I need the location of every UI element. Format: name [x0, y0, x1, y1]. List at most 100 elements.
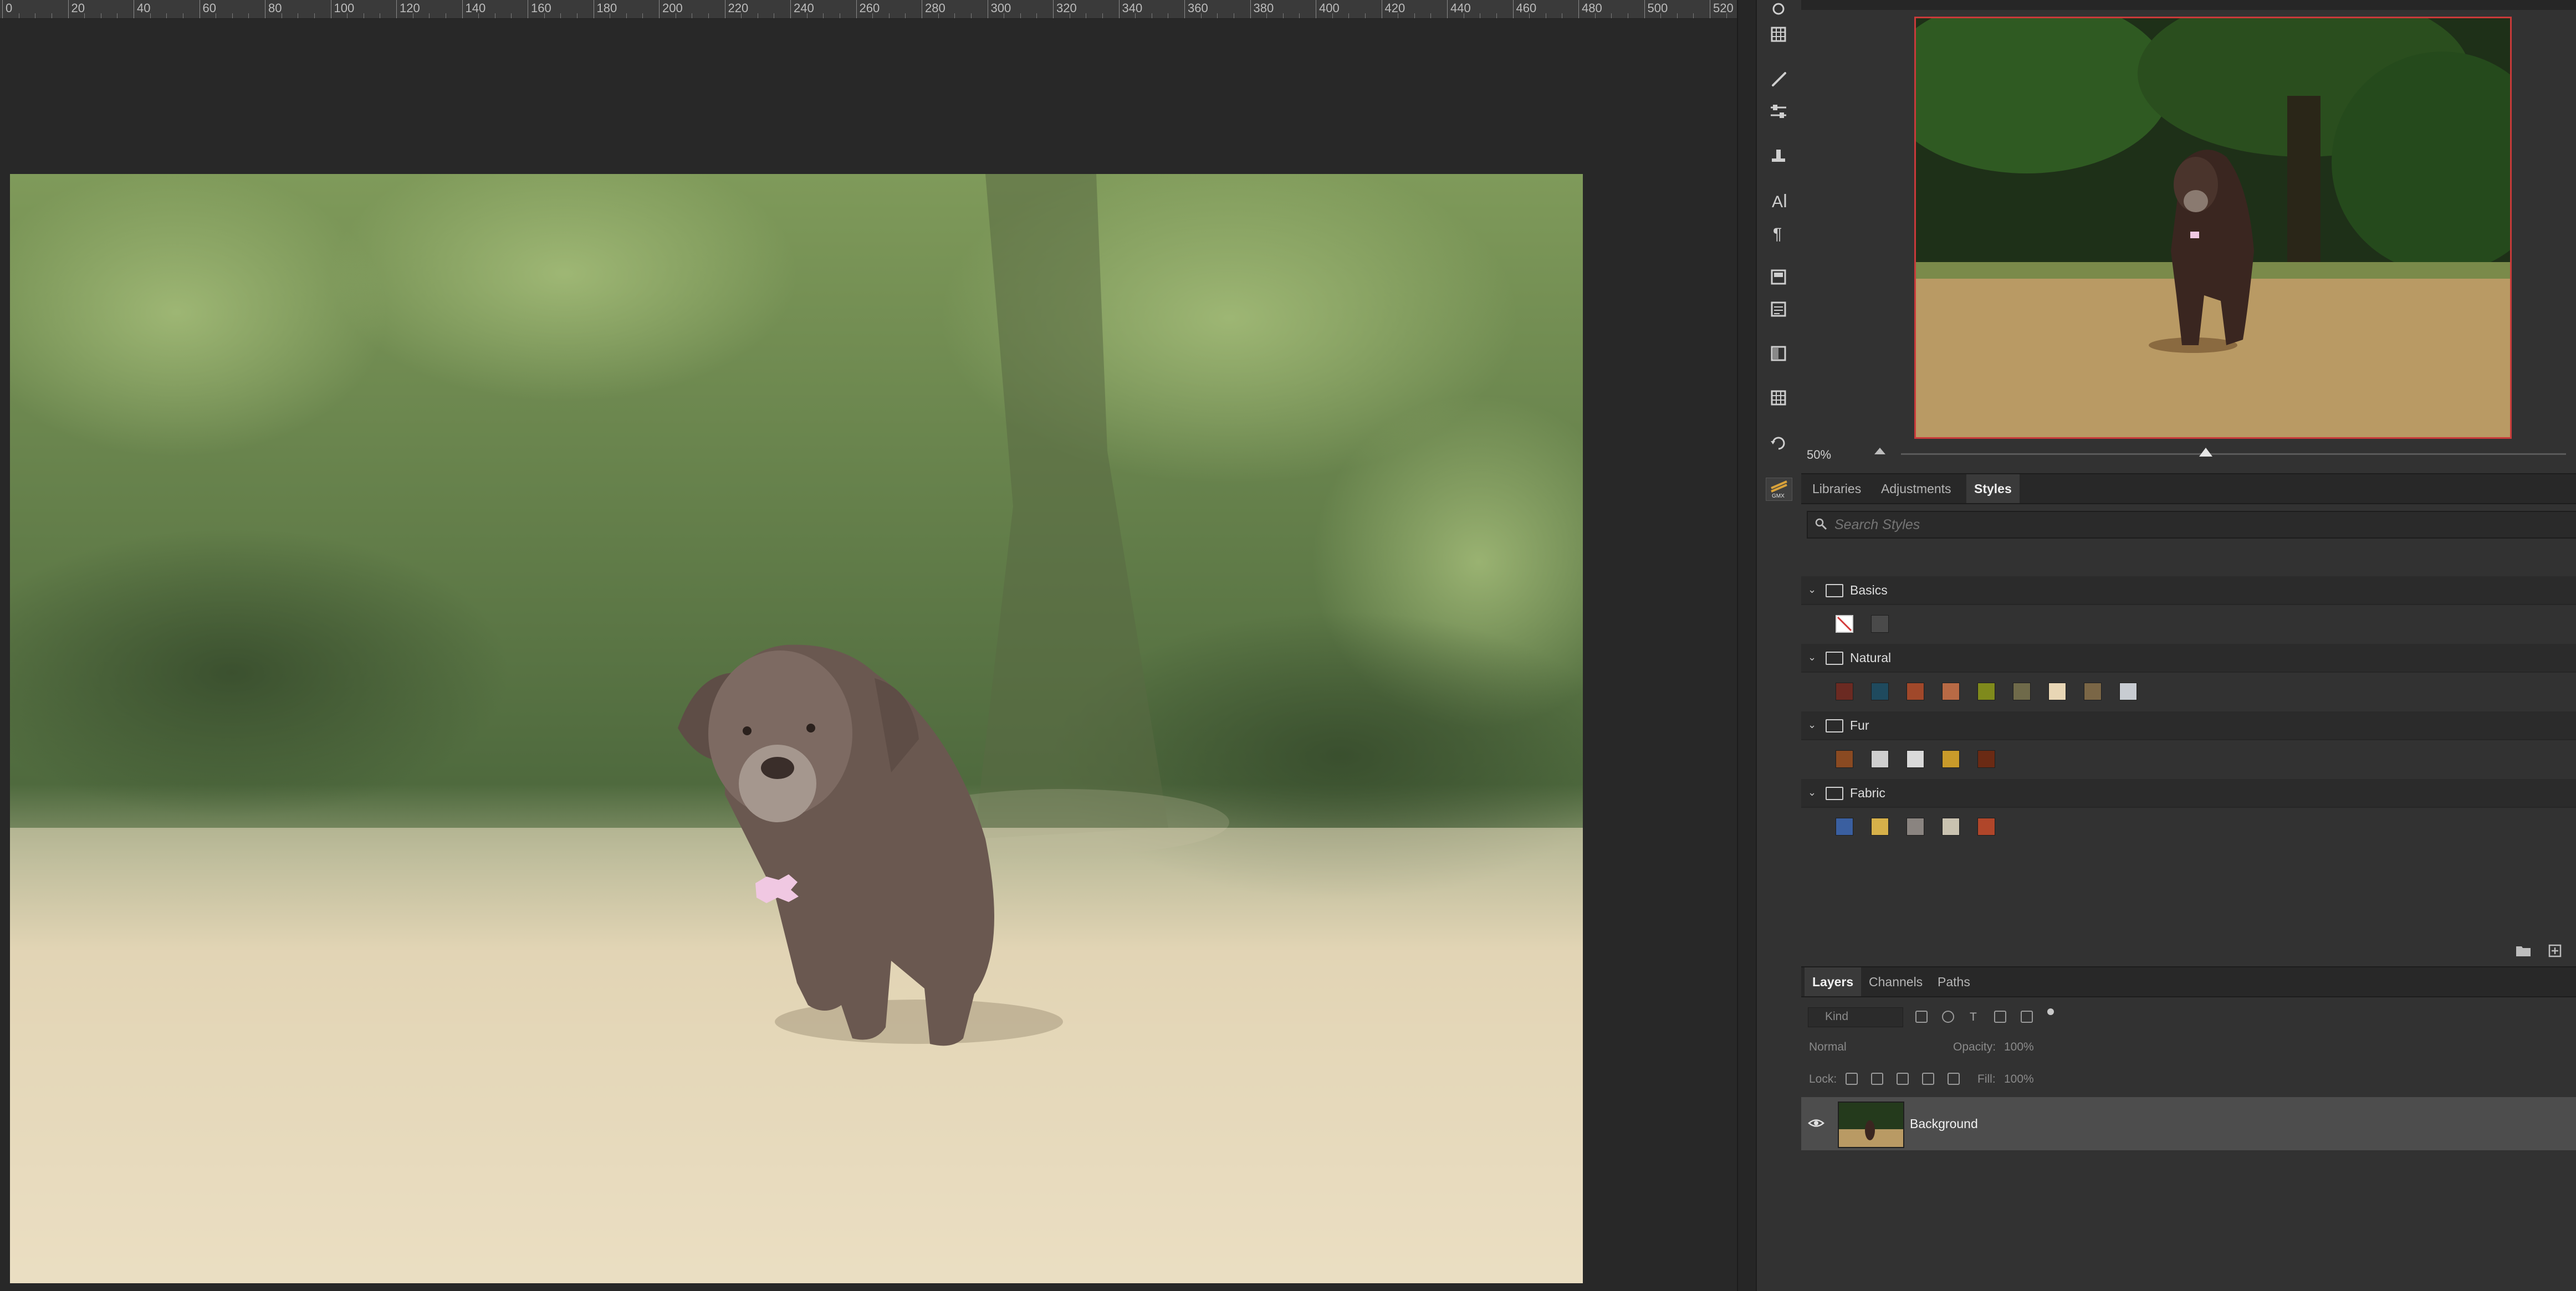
style-swatch[interactable]	[1977, 818, 1995, 836]
shape-filter-icon[interactable]	[1994, 1011, 2006, 1023]
new-style-icon[interactable]	[2548, 944, 2562, 957]
chevron-down-icon[interactable]: ⌄	[1808, 584, 1816, 596]
opacity-field[interactable]: 100%	[2004, 1041, 2034, 1054]
zoom-value[interactable]: 50%	[1807, 448, 1831, 462]
stamp-icon[interactable]	[1766, 145, 1791, 167]
history-icon[interactable]	[1766, 432, 1791, 454]
glyphs-icon[interactable]	[1766, 266, 1791, 288]
style-swatch[interactable]	[1836, 615, 1853, 633]
lock-all-icon[interactable]	[1948, 1073, 1960, 1085]
lock-artboard-icon[interactable]	[1922, 1073, 1934, 1085]
style-swatch[interactable]	[1836, 750, 1853, 768]
style-swatch[interactable]	[1836, 683, 1853, 700]
style-group-fabric[interactable]: ⌄ Fabric	[1801, 779, 2576, 808]
style-swatch[interactable]	[1942, 750, 1960, 768]
smart-object-filter-icon[interactable]	[2021, 1011, 2033, 1023]
lock-transparency-icon[interactable]	[1846, 1073, 1858, 1085]
style-swatch[interactable]	[1977, 750, 1995, 768]
style-swatch[interactable]	[1871, 750, 1889, 768]
ruler-minor-tick	[166, 13, 167, 18]
style-swatch[interactable]	[1871, 683, 1889, 700]
fill-field[interactable]: 100%	[2004, 1073, 2034, 1086]
styles-panel-footer	[1801, 940, 2576, 962]
ruler-tick-label: 500	[1647, 1, 1668, 15]
style-swatch[interactable]	[2119, 683, 2137, 700]
ruler-minor-tick	[1529, 13, 1530, 18]
style-group-fur[interactable]: ⌄ Fur	[1801, 711, 2576, 740]
ruler-minor-tick	[741, 13, 742, 18]
ruler-minor-tick	[1611, 13, 1612, 18]
gmx-plugin-icon[interactable]: GMX	[1766, 478, 1792, 501]
style-group-basics[interactable]: ⌄ Basics	[1801, 576, 2576, 605]
style-swatch[interactable]	[1907, 750, 1924, 768]
style-swatch[interactable]	[1907, 683, 1924, 700]
type-filter-icon[interactable]: T	[1970, 1011, 1977, 1024]
ruler-tick-label: 520	[1713, 1, 1734, 15]
pixel-filter-icon[interactable]	[1915, 1011, 1928, 1023]
ruler-minor-tick	[888, 13, 890, 18]
filter-toggle-icon[interactable]	[2047, 1008, 2054, 1015]
grid-icon[interactable]	[1766, 387, 1791, 409]
style-swatch[interactable]	[1871, 818, 1889, 836]
layer-row-background[interactable]: Background	[1801, 1097, 2576, 1150]
ruler-tick: 500	[1644, 0, 1668, 18]
paragraph-icon[interactable]: ¶	[1766, 222, 1791, 244]
style-swatch[interactable]	[1907, 818, 1924, 836]
ruler-tick-label: 60	[202, 1, 216, 15]
gradient-icon[interactable]	[1766, 342, 1791, 365]
chevron-down-icon[interactable]: ⌄	[1808, 652, 1816, 663]
lock-image-pixels-icon[interactable]	[1871, 1073, 1883, 1085]
style-swatch[interactable]	[2048, 683, 2066, 700]
styles-search-field[interactable]	[1807, 511, 2576, 539]
style-swatch[interactable]	[1977, 683, 1995, 700]
navigator-panel-header	[1801, 0, 2576, 10]
lock-position-icon[interactable]	[1897, 1073, 1909, 1085]
zoom-slider-thumb[interactable]	[2199, 448, 2212, 457]
style-swatch[interactable]	[1942, 818, 1960, 836]
ruler-tick-label: 420	[1384, 1, 1405, 15]
brush-icon[interactable]	[1766, 69, 1791, 91]
panel-icon-strip: A ¶ GMX	[1756, 0, 1803, 1291]
layer-filter-kind[interactable]: Kind	[1808, 1007, 1903, 1027]
style-swatch[interactable]	[1942, 683, 1960, 700]
libraries-icon[interactable]	[1766, 0, 1791, 22]
layers-panel-tabbar: Layers Channels Paths	[1801, 966, 2576, 997]
ruler-minor-tick	[232, 13, 233, 18]
tab-adjustments[interactable]: Adjustments	[1873, 474, 1959, 503]
style-swatch[interactable]	[2084, 683, 2102, 700]
style-group-natural[interactable]: ⌄ Natural	[1801, 644, 2576, 673]
style-swatch[interactable]	[2013, 683, 2031, 700]
character-icon[interactable]: A	[1766, 189, 1791, 212]
table-icon[interactable]	[1766, 23, 1791, 45]
search-input[interactable]	[1833, 514, 2556, 535]
ruler-tick-label: 300	[990, 1, 1011, 15]
navigator-thumbnail[interactable]	[1914, 17, 2512, 439]
ruler-tick-label: 340	[1122, 1, 1143, 15]
tab-channels[interactable]: Channels	[1861, 967, 1930, 996]
style-swatch[interactable]	[1836, 818, 1853, 836]
style-swatch[interactable]	[1871, 615, 1889, 633]
canvas-scrollbar[interactable]	[1737, 0, 1756, 1291]
eye-icon[interactable]	[1808, 1115, 1824, 1131]
sliders-icon[interactable]	[1766, 101, 1791, 123]
chevron-down-icon[interactable]: ⌄	[1808, 787, 1816, 798]
blend-mode-select[interactable]: Normal	[1809, 1041, 1847, 1054]
notes-icon[interactable]	[1766, 298, 1791, 320]
document-image[interactable]	[10, 174, 1583, 1283]
layer-name[interactable]: Background	[1910, 1097, 1978, 1150]
ruler-minor-tick	[1102, 13, 1103, 18]
tab-paths[interactable]: Paths	[1930, 967, 1978, 996]
ruler-tick: 200	[659, 0, 683, 18]
chevron-down-icon[interactable]: ⌄	[1808, 719, 1816, 731]
new-group-folder-icon[interactable]	[2515, 944, 2532, 957]
tab-layers[interactable]: Layers	[1805, 967, 1862, 996]
folder-icon	[1826, 584, 1843, 597]
zoom-out-icon[interactable]	[1874, 448, 1885, 454]
adjustment-filter-icon[interactable]	[1942, 1011, 1954, 1023]
tab-styles[interactable]: Styles	[1966, 474, 2020, 503]
zoom-slider[interactable]	[1901, 453, 2566, 455]
ruler-minor-tick	[511, 13, 512, 18]
ruler-minor-tick	[314, 13, 315, 18]
tab-libraries[interactable]: Libraries	[1805, 474, 1869, 503]
ruler-minor-tick	[1282, 13, 1284, 18]
